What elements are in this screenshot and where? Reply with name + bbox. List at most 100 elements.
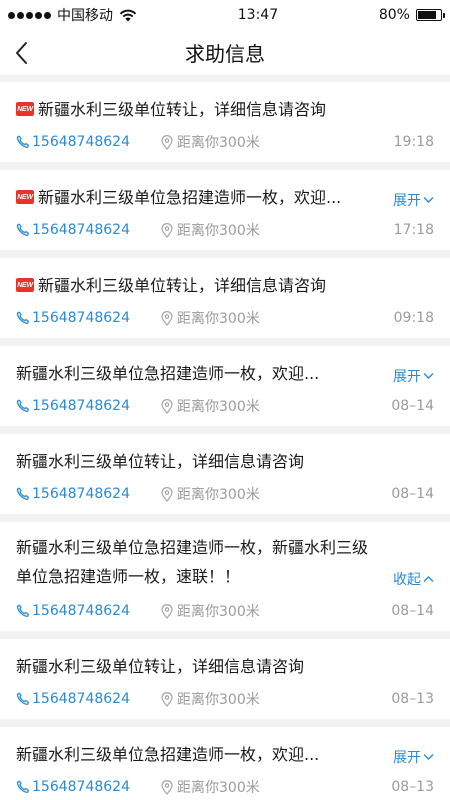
distance: 距离你300米 — [161, 396, 391, 416]
new-badge-icon: NEW — [16, 190, 34, 204]
location-pin-icon — [161, 486, 173, 502]
toggle-label: 展开 — [393, 750, 421, 766]
distance-label: 距离你300米 — [177, 487, 260, 503]
status-right: 80% — [378, 7, 445, 23]
item-meta: 15648748624 距离你300米 08–13 — [16, 767, 434, 800]
expand-button[interactable]: 展开 — [393, 366, 434, 386]
item-title: 新疆水利三级单位转让，详细信息请咨询 — [16, 452, 305, 471]
phone-link[interactable]: 15648748624 — [16, 779, 161, 795]
phone-icon — [16, 135, 30, 149]
item-title: 新疆水利三级单位转让，详细信息请咨询 — [38, 100, 327, 119]
phone-number: 15648748624 — [32, 603, 130, 619]
phone-number: 15648748624 — [32, 310, 130, 326]
item-meta: 15648748624 距离你300米 08–13 — [16, 679, 434, 719]
item-meta: 15648748624 距离你300米 08–14 — [16, 474, 434, 514]
item-title: 新疆水利三级单位急招建造师一枚，欢迎... — [16, 364, 320, 383]
distance-label: 距离你300米 — [177, 780, 260, 796]
toggle-label: 展开 — [393, 193, 421, 209]
phone-icon — [16, 311, 30, 325]
distance-label: 距离你300米 — [177, 604, 260, 620]
list-item[interactable]: NEW 新疆水利三级单位急招建造师一枚，欢迎... 展开 15648748624 距离你… — [0, 170, 450, 250]
wifi-icon — [119, 9, 137, 21]
battery-icon — [415, 9, 445, 21]
location-pin-icon — [161, 779, 173, 795]
location-pin-icon — [161, 134, 173, 150]
item-header: 新疆水利三级单位急招建造师一枚，欢迎... 展开 — [16, 346, 434, 386]
item-time: 08–14 — [391, 486, 434, 502]
item-title: 新疆水利三级单位急招建造师一枚，新疆水利三级单位急招建造师一枚，速联！！ — [16, 538, 369, 586]
distance-label: 距离你300米 — [177, 311, 260, 327]
phone-icon — [16, 780, 30, 794]
phone-link[interactable]: 15648748624 — [16, 603, 161, 619]
phone-link[interactable]: 15648748624 — [16, 398, 161, 414]
item-header: NEW 新疆水利三级单位转让，详细信息请咨询 — [16, 258, 434, 298]
list-item[interactable]: 新疆水利三级单位转让，详细信息请咨询 15648748624 距离你300米 08–1… — [0, 434, 450, 514]
item-meta: 15648748624 距离你300米 19:18 — [16, 122, 434, 162]
item-time: 09:18 — [393, 310, 434, 326]
distance: 距离你300米 — [161, 689, 391, 709]
item-header: NEW 新疆水利三级单位转让，详细信息请咨询 — [16, 82, 434, 122]
list-item[interactable]: NEW 新疆水利三级单位转让，详细信息请咨询 15648748624 距离你300米 0… — [0, 258, 450, 338]
back-button[interactable] — [14, 30, 44, 76]
chevron-down-icon — [423, 754, 434, 760]
item-title: 新疆水利三级单位急招建造师一枚，欢迎... — [16, 745, 320, 764]
distance: 距离你300米 — [161, 484, 391, 504]
phone-icon — [16, 399, 30, 413]
status-left: 中国移动 — [8, 5, 137, 25]
chevron-down-icon — [423, 373, 434, 379]
item-header: 新疆水利三级单位急招建造师一枚，欢迎... 展开 — [16, 727, 434, 767]
chevron-down-icon — [423, 197, 434, 203]
item-title: 新疆水利三级单位转让，详细信息请咨询 — [16, 657, 305, 676]
list-item[interactable]: 新疆水利三级单位急招建造师一枚，新疆水利三级单位急招建造师一枚，速联！！ 收起 15… — [0, 522, 450, 631]
new-badge-icon: NEW — [16, 278, 34, 292]
location-pin-icon — [161, 310, 173, 326]
phone-number: 15648748624 — [32, 398, 130, 414]
collapse-button[interactable]: 收起 — [393, 569, 434, 589]
item-title: 新疆水利三级单位转让，详细信息请咨询 — [38, 276, 327, 295]
phone-link[interactable]: 15648748624 — [16, 691, 161, 707]
item-time: 17:18 — [393, 222, 434, 238]
status-bar: 中国移动 13:47 80% — [0, 0, 450, 30]
distance-label: 距离你300米 — [177, 223, 260, 239]
distance: 距离你300米 — [161, 308, 394, 328]
phone-link[interactable]: 15648748624 — [16, 134, 161, 150]
location-pin-icon — [161, 398, 173, 414]
item-header: 新疆水利三级单位急招建造师一枚，新疆水利三级单位急招建造师一枚，速联！！ 收起 — [16, 522, 434, 591]
page-title: 求助信息 — [185, 42, 265, 66]
chevron-left-icon — [16, 42, 27, 64]
distance-label: 距离你300米 — [177, 692, 260, 708]
distance: 距离你300米 — [161, 777, 391, 797]
item-time: 08–14 — [391, 398, 434, 414]
clock: 13:47 — [237, 7, 279, 23]
chevron-up-icon — [423, 576, 434, 582]
phone-link[interactable]: 15648748624 — [16, 486, 161, 502]
phone-number: 15648748624 — [32, 691, 130, 707]
new-badge-icon: NEW — [16, 102, 34, 116]
item-header: 新疆水利三级单位转让，详细信息请咨询 — [16, 434, 434, 474]
item-meta: 15648748624 距离你300米 08–14 — [16, 386, 434, 426]
distance: 距离你300米 — [161, 220, 394, 240]
distance: 距离你300米 — [161, 132, 394, 152]
item-meta: 15648748624 距离你300米 09:18 — [16, 298, 434, 338]
item-title: 新疆水利三级单位急招建造师一枚，欢迎... — [38, 188, 342, 207]
battery-percent: 80% — [378, 7, 410, 23]
nav-bar: 求助信息 — [0, 30, 450, 76]
location-pin-icon — [161, 691, 173, 707]
item-header: 新疆水利三级单位转让，详细信息请咨询 — [16, 639, 434, 679]
item-time: 19:18 — [393, 134, 434, 150]
list-item[interactable]: 新疆水利三级单位急招建造师一枚，欢迎... 展开 15648748624 距离你300… — [0, 346, 450, 426]
list-item[interactable]: 新疆水利三级单位急招建造师一枚，欢迎... 展开 15648748624 距离你300… — [0, 727, 450, 800]
distance-label: 距离你300米 — [177, 399, 260, 415]
phone-icon — [16, 223, 30, 237]
distance-label: 距离你300米 — [177, 135, 260, 151]
phone-link[interactable]: 15648748624 — [16, 310, 161, 326]
expand-button[interactable]: 展开 — [393, 190, 434, 210]
phone-link[interactable]: 15648748624 — [16, 222, 161, 238]
phone-icon — [16, 487, 30, 501]
list-item[interactable]: 新疆水利三级单位转让，详细信息请咨询 15648748624 距离你300米 08–1… — [0, 639, 450, 719]
expand-button[interactable]: 展开 — [393, 747, 434, 767]
item-header: NEW 新疆水利三级单位急招建造师一枚，欢迎... 展开 — [16, 170, 434, 210]
phone-number: 15648748624 — [32, 779, 130, 795]
toggle-label: 展开 — [393, 369, 421, 385]
list-item[interactable]: NEW 新疆水利三级单位转让，详细信息请咨询 15648748624 距离你300米 1… — [0, 82, 450, 162]
